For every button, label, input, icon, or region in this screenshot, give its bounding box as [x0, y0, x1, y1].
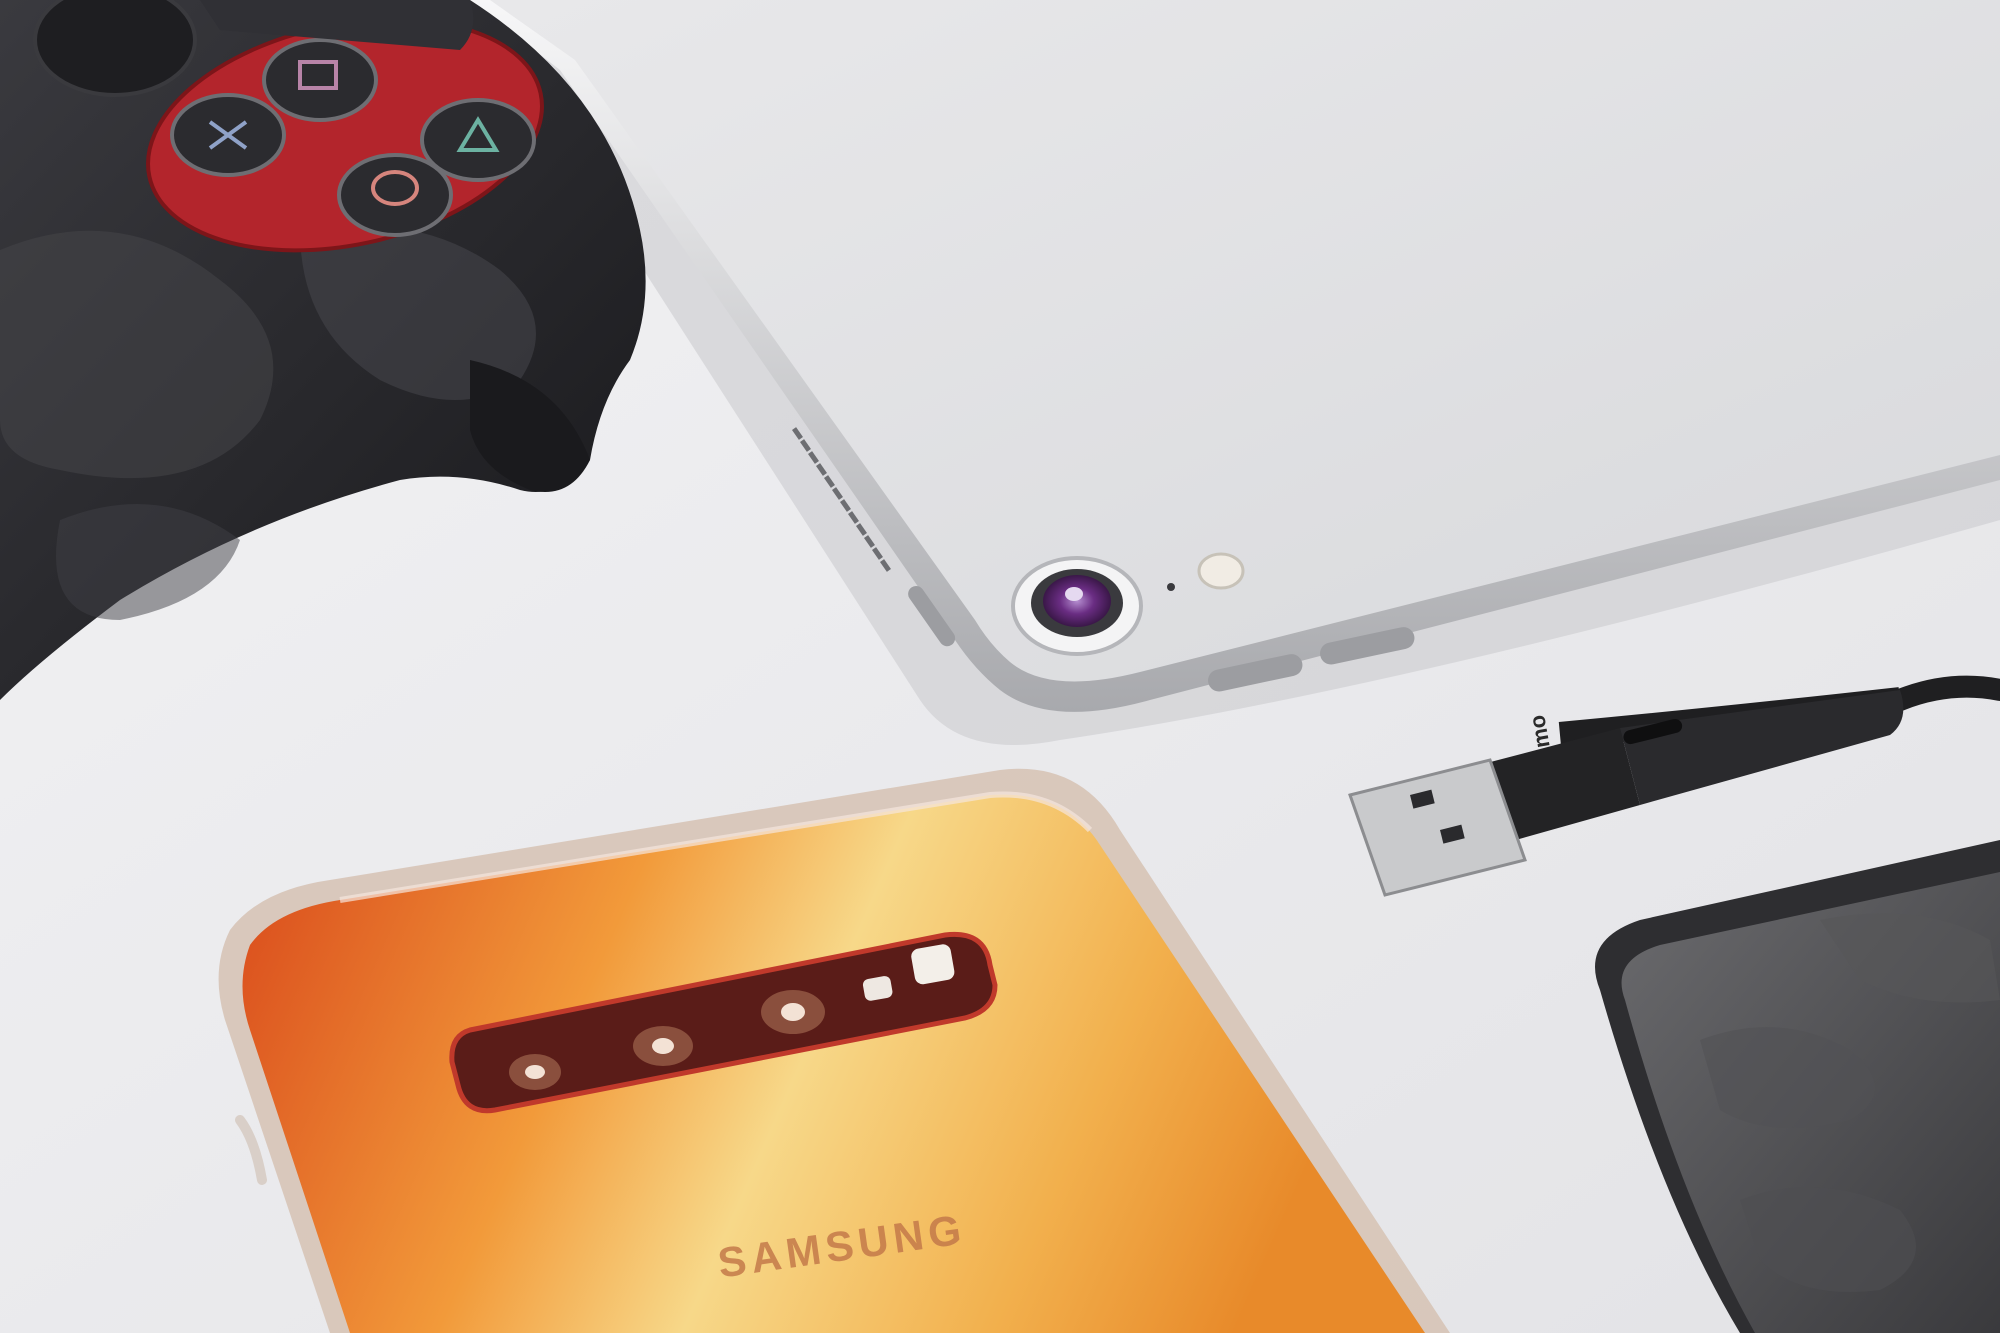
- cable-brand-label: mo: [1524, 713, 1555, 750]
- product-photo-scene: SAMSUNG mo: [0, 0, 2000, 1333]
- scene-illustration: [0, 0, 2000, 1333]
